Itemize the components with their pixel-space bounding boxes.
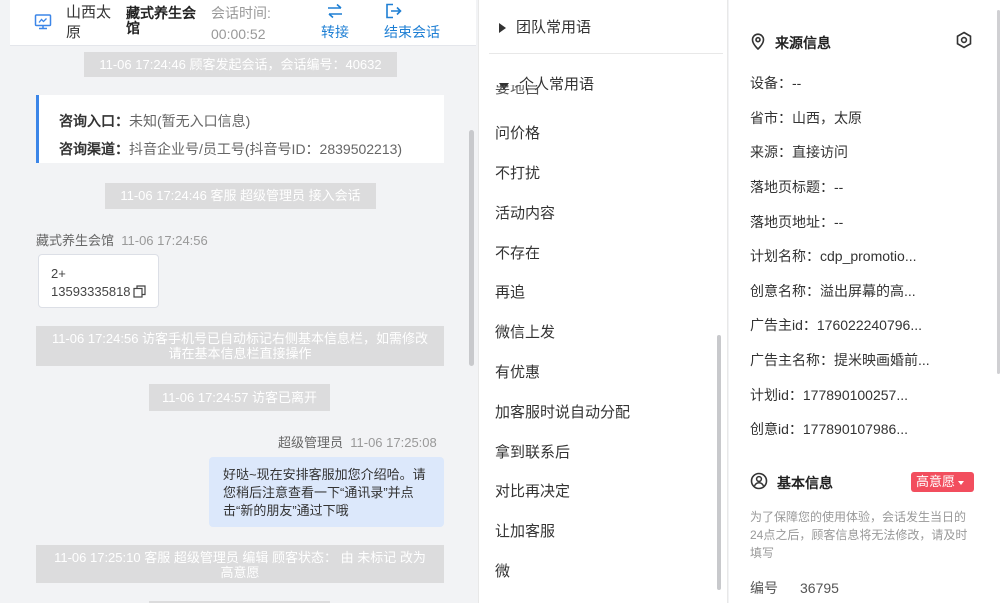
source-plan-name: 计划名称：cdp_promotio... bbox=[750, 248, 917, 264]
system-message-start: 11-06 17:24:46 顾客发起会话，会话编号：40632 bbox=[84, 52, 397, 77]
agent-sender-line: 超级管理员 11-06 17:25:08 bbox=[278, 432, 437, 451]
info-panel-scrollbar[interactable] bbox=[997, 10, 1000, 374]
basic-info-label: 基本信息 bbox=[777, 475, 833, 491]
phrase-item[interactable]: 不打扰 bbox=[495, 162, 540, 183]
source-region: 省市：山西，太原 bbox=[750, 110, 862, 126]
source-device: 设备：-- bbox=[750, 75, 802, 91]
source-creative-name: 创意名称：溢出屏幕的高... bbox=[750, 283, 916, 299]
end-session-button[interactable]: 结束会话 bbox=[384, 2, 446, 42]
phrase-item[interactable]: 微 bbox=[495, 560, 510, 581]
agent-message: 好哒~现在安排客服加您介绍哈。请您稍后注意查看一下“通讯录”并点击“新的朋友”通… bbox=[209, 457, 444, 527]
phone-prefix: 2+ bbox=[51, 266, 66, 281]
customer-sender-name: 藏式养生会馆 bbox=[36, 233, 115, 248]
chat-scrollbar[interactable] bbox=[469, 130, 474, 366]
hex-settings-icon[interactable] bbox=[955, 31, 973, 52]
team-phrases-label: 团队常用语 bbox=[516, 19, 592, 36]
phrase-item[interactable]: 有优惠 bbox=[495, 361, 540, 382]
customer-name: 藏式养生会馆 bbox=[126, 5, 196, 36]
source-landing-url: 落地页地址：-- bbox=[750, 214, 844, 230]
consult-channel-value: 抖音企业号/员工号(抖音号ID：2839502213) bbox=[129, 141, 403, 157]
consult-entry-value: 未知(暂无入口信息) bbox=[129, 113, 251, 129]
chat-panel: 山西太原 藏式养生会馆 会话时间: 00:00:52 转接 结束会话 11-06… bbox=[10, 0, 476, 603]
system-message-status-change: 11-06 17:25:10 客服 超级管理员 编辑 顾客状态： 由 未标记 改… bbox=[36, 545, 444, 583]
transfer-arrows-icon bbox=[318, 2, 352, 22]
phrase-item[interactable]: 再追 bbox=[495, 281, 525, 302]
customer-info-panel: 来源信息 设备：-- 省市：山西，太原 来源：直接访问 落地页标题：-- 落地页… bbox=[729, 0, 1001, 603]
user-circle-icon bbox=[750, 472, 768, 493]
customer-location: 山西太原 bbox=[66, 4, 112, 41]
location-pin-icon bbox=[750, 33, 766, 53]
agent-sender-name: 超级管理员 bbox=[278, 435, 344, 450]
session-time-value: 00:00:52 bbox=[211, 26, 266, 42]
customer-message-time: 11-06 17:24:56 bbox=[121, 233, 208, 248]
phrase-item-clipped[interactable]: 要地吕 bbox=[495, 85, 540, 96]
phrase-item[interactable]: 对比再决定 bbox=[495, 480, 570, 501]
consult-entry-row: 咨询入口：未知(暂无入口信息) bbox=[59, 107, 444, 135]
caret-down-icon bbox=[958, 480, 965, 485]
edit-deadline-notice: 为了保障您的使用体验，会话发生当日的24点之后，顾客信息将无法修改，请及时填写 bbox=[750, 510, 968, 560]
phrase-item[interactable]: 加客服时说自动分配 bbox=[495, 401, 630, 422]
source-advertiser-id: 广告主id：176022240796... bbox=[750, 317, 922, 333]
phrase-item[interactable]: 问价格 bbox=[495, 122, 540, 143]
phrases-panel: 团队常用语 个人常用语 要地吕 问价格 不打扰 活动内容 不存在 再追 微信上发… bbox=[478, 0, 728, 603]
intent-status-label: 高意愿 bbox=[916, 474, 956, 489]
consult-channel-row: 咨询渠道：抖音企业号/员工号(抖音号ID：2839502213) bbox=[59, 135, 444, 163]
monitor-icon bbox=[34, 13, 52, 34]
source-creative-id: 创意id：177890107986... bbox=[750, 421, 908, 437]
consult-channel-label: 咨询渠道： bbox=[59, 141, 129, 157]
team-phrases-group[interactable]: 团队常用语 bbox=[499, 16, 591, 37]
basic-info-title: 基本信息 bbox=[750, 472, 833, 493]
source-origin: 来源：直接访问 bbox=[750, 144, 848, 160]
system-message-join: 11-06 17:24:46 客服 超级管理员 接入会话 bbox=[105, 183, 376, 209]
chat-header: 山西太原 藏式养生会馆 会话时间: 00:00:52 转接 结束会话 bbox=[10, 0, 476, 46]
customer-id-value: 36795 bbox=[800, 580, 839, 596]
phrases-scrollbar[interactable] bbox=[717, 335, 721, 590]
session-time-label: 会话时间: bbox=[211, 5, 271, 21]
customer-id-label: 编号 bbox=[750, 580, 778, 596]
divider bbox=[489, 53, 723, 54]
caret-right-icon bbox=[499, 20, 506, 37]
phrase-item[interactable]: 让加客服 bbox=[495, 520, 555, 541]
consult-entry-label: 咨询入口： bbox=[59, 113, 129, 129]
system-message-left: 11-06 17:24:57 访客已离开 bbox=[149, 384, 330, 411]
source-advertiser-name: 广告主名称：提米映画婚前... bbox=[750, 352, 930, 368]
agent-message-time: 11-06 17:25:08 bbox=[350, 435, 437, 450]
transfer-button[interactable]: 转接 bbox=[318, 2, 352, 42]
customer-sender-line: 藏式养生会馆 11-06 17:24:56 bbox=[36, 230, 208, 249]
transfer-label: 转接 bbox=[321, 24, 349, 40]
source-info-title: 来源信息 bbox=[750, 33, 831, 53]
source-plan-id: 计划id：177890100257... bbox=[750, 387, 908, 403]
copy-icon[interactable] bbox=[133, 285, 146, 301]
phrase-item[interactable]: 微信上发 bbox=[495, 321, 555, 342]
end-session-label: 结束会话 bbox=[384, 24, 440, 40]
system-message-auto-mark: 11-06 17:24:56 访客手机号已自动标记右侧基本信息栏，如需修改请在基… bbox=[36, 326, 444, 366]
consult-info-card: 咨询入口：未知(暂无入口信息) 咨询渠道：抖音企业号/员工号(抖音号ID：283… bbox=[36, 95, 444, 163]
source-landing-title: 落地页标题：-- bbox=[750, 179, 844, 195]
phrase-item[interactable]: 活动内容 bbox=[495, 202, 555, 223]
source-info-label: 来源信息 bbox=[775, 35, 831, 51]
customer-id-row: 编号 36795 bbox=[750, 578, 839, 598]
session-time: 会话时间: 00:00:52 bbox=[211, 3, 271, 45]
phrase-item[interactable]: 不存在 bbox=[495, 242, 540, 263]
phrase-item[interactable]: 拿到联系后 bbox=[495, 441, 570, 462]
logout-icon bbox=[384, 2, 446, 22]
intent-status-dropdown[interactable]: 高意愿 bbox=[911, 472, 974, 492]
